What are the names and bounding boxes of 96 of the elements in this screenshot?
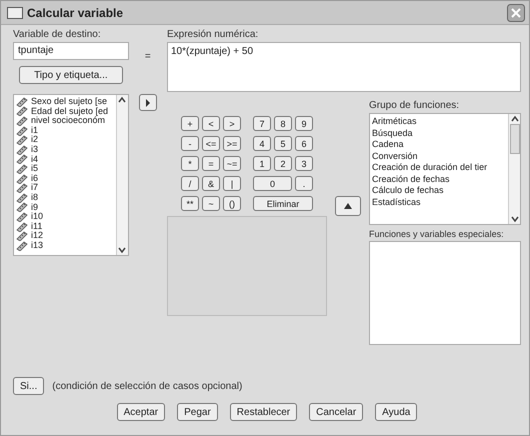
dialog-button[interactable]: Pegar <box>177 403 218 421</box>
keypad-key[interactable]: 2 <box>274 156 292 171</box>
variable-item[interactable]: Sexo del sujeto [se <box>31 97 108 107</box>
scroll-up-icon[interactable] <box>510 114 520 124</box>
keypad-key[interactable]: | <box>223 176 241 191</box>
scroll-up-icon[interactable] <box>117 95 128 105</box>
keypad-key[interactable]: = <box>202 156 220 171</box>
dialog-button[interactable]: Cancelar <box>309 403 364 421</box>
variable-item[interactable]: i5 <box>31 164 38 174</box>
variable-item[interactable]: i12 <box>31 231 44 241</box>
target-field[interactable]: tpuntaje <box>13 42 129 60</box>
keypad-key[interactable]: + <box>181 116 199 131</box>
keypad-key[interactable]: () <box>223 196 241 211</box>
move-variable-button[interactable] <box>138 94 157 111</box>
function-group-item[interactable]: Conversión <box>372 150 506 162</box>
ruler-icon <box>16 144 28 155</box>
keypad-key[interactable]: 0 <box>253 176 292 191</box>
keypad-key[interactable]: ~= <box>223 156 241 171</box>
function-group-item[interactable]: Creación de fechas <box>372 174 506 185</box>
function-group-item[interactable]: Cadena <box>372 139 506 150</box>
window-title: Calcular variable <box>27 6 124 20</box>
ruler-icon <box>16 222 28 232</box>
ruler-icon <box>16 96 28 107</box>
ruler-icon <box>16 202 28 212</box>
insert-function-button[interactable] <box>335 196 361 216</box>
keypad-key[interactable]: ** <box>181 196 199 211</box>
variable-item[interactable]: Edad del sujeto [ed <box>31 106 108 116</box>
keypad-key[interactable]: * <box>181 156 199 171</box>
dialog-button[interactable]: Aceptar <box>116 403 166 421</box>
keypad-key[interactable]: . <box>295 176 313 191</box>
dialog-button[interactable]: Ayuda <box>375 403 418 421</box>
function-group-item[interactable]: Búsqueda <box>372 128 506 139</box>
ruler-icon <box>16 116 28 126</box>
dialog-button[interactable]: Restablecer <box>230 403 298 421</box>
right-arrow-icon <box>144 98 151 106</box>
ruler-icon <box>16 192 28 203</box>
variable-item[interactable]: i9 <box>31 202 38 212</box>
scrollbar[interactable] <box>116 95 128 255</box>
variable-item[interactable]: i1 <box>31 126 38 136</box>
variable-item[interactable]: i7 <box>31 183 38 193</box>
keypad-key[interactable]: 4 <box>253 136 271 151</box>
ruler-icon <box>16 240 28 251</box>
window-icon <box>7 6 23 18</box>
keypad-key[interactable]: 6 <box>295 136 313 151</box>
scrollbar[interactable] <box>508 114 520 224</box>
variable-item[interactable]: i2 <box>31 135 38 145</box>
condition-note: (condición de selección de casos opcional) <box>52 380 242 392</box>
up-arrow-icon <box>344 203 352 209</box>
field-label: Expresión numérica: <box>167 29 260 40</box>
if-button[interactable]: Si... <box>13 377 44 395</box>
equals-sign: = <box>144 51 151 62</box>
scroll-thumb[interactable] <box>510 124 520 154</box>
keypad-key[interactable]: ~ <box>202 196 220 211</box>
keypad-key[interactable]: < <box>202 116 220 131</box>
ruler-icon <box>16 174 28 184</box>
ruler-icon <box>16 135 28 146</box>
variable-item[interactable]: i8 <box>31 192 38 203</box>
keypad-key[interactable]: >= <box>223 136 241 151</box>
keypad-key[interactable]: <= <box>202 136 220 151</box>
expression-field[interactable]: 10*(zpuntaje) + 50 <box>167 42 521 92</box>
variable-item[interactable]: i3 <box>31 144 38 155</box>
list-label: Funciones y variables especiales: <box>369 229 505 239</box>
keypad-key[interactable]: / <box>181 176 199 191</box>
variable-item[interactable]: i4 <box>31 154 38 164</box>
function-group-item[interactable]: Cálculo de fechas <box>372 185 506 196</box>
keypad-key[interactable]: - <box>181 136 199 151</box>
field-label: Variable de destino: <box>13 29 102 40</box>
ruler-icon <box>16 106 28 116</box>
keypad-key[interactable]: 7 <box>253 116 271 131</box>
keypad-key[interactable]: 3 <box>295 156 313 171</box>
keypad-key[interactable]: 1 <box>253 156 271 171</box>
scroll-down-icon[interactable] <box>117 245 128 255</box>
scroll-down-icon[interactable] <box>510 214 520 224</box>
keypad-key[interactable]: 8 <box>274 116 292 131</box>
type-label-button[interactable]: Tipo y etiqueta... <box>19 66 123 84</box>
variable-item[interactable]: i10 <box>31 212 44 222</box>
function-group-item[interactable]: Creación de duración del tier <box>372 162 506 174</box>
ruler-icon <box>16 183 28 194</box>
ruler-icon <box>16 231 28 242</box>
keypad-key[interactable]: & <box>202 176 220 191</box>
variable-item[interactable]: i13 <box>31 240 44 250</box>
variable-item[interactable]: i6 <box>31 174 38 184</box>
function-group-item[interactable]: Estadísticas <box>372 196 506 208</box>
variable-item[interactable]: i11 <box>31 222 42 232</box>
ruler-icon <box>16 164 28 174</box>
keypad-key[interactable]: 9 <box>295 116 313 131</box>
function-group-item[interactable]: Aritméticas <box>372 116 506 128</box>
ruler-icon <box>16 154 28 164</box>
ruler-icon <box>16 212 28 222</box>
ruler-icon <box>16 126 28 136</box>
close-icon[interactable] <box>507 4 525 22</box>
keypad-key[interactable]: 5 <box>274 136 292 151</box>
variable-item[interactable]: nivel socioeconóm <box>31 116 106 126</box>
list-label: Grupo de funciones: <box>369 100 460 111</box>
keypad-key[interactable]: > <box>223 116 241 131</box>
keypad-key[interactable]: Eliminar <box>253 196 313 211</box>
